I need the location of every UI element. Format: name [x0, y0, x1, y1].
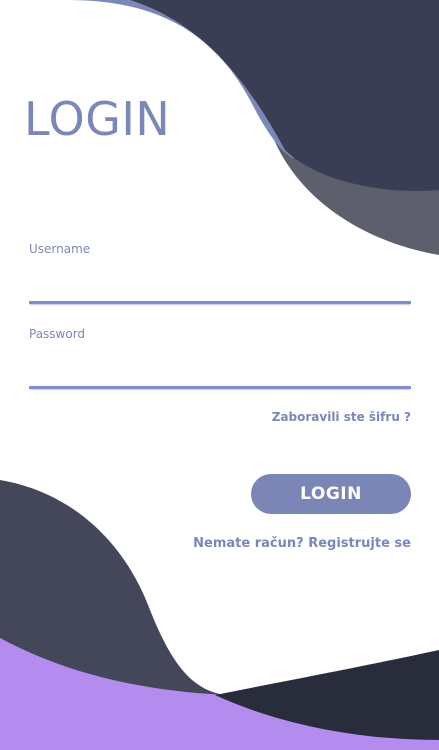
register-link[interactable]: Nemate račun? Registrujte se: [193, 535, 411, 553]
username-label: Username: [29, 242, 91, 256]
page-title: LOGIN: [24, 92, 171, 146]
username-input[interactable]: [29, 274, 411, 304]
password-input[interactable]: [29, 359, 411, 389]
password-field: Password: [29, 326, 411, 389]
login-button[interactable]: LOGIN: [251, 474, 411, 514]
forgot-password-link[interactable]: Zaboravili ste šifru ?: [272, 409, 411, 425]
username-field: Username: [29, 241, 411, 304]
login-screen: LOGIN Username Password Zaboravili ste š…: [0, 0, 439, 750]
password-label: Password: [29, 327, 86, 341]
